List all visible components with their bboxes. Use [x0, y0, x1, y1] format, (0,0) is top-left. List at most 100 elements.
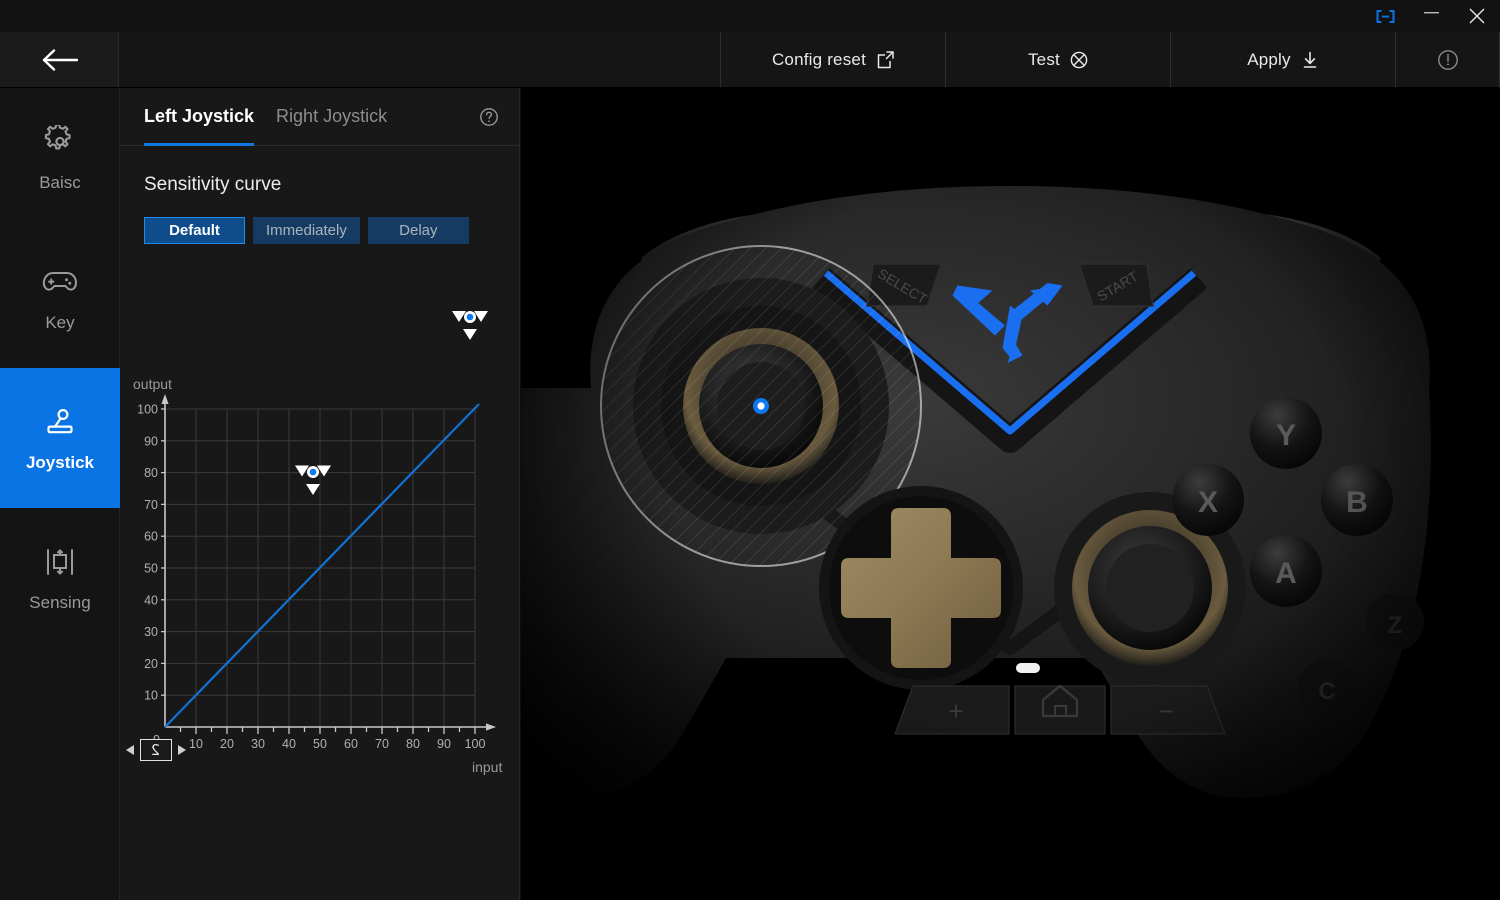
svg-text:60: 60: [144, 530, 158, 544]
sidebar: Baisc Key Joystick Sensing: [0, 88, 120, 900]
button-x[interactable]: X: [1172, 464, 1244, 536]
svg-text:20: 20: [220, 737, 234, 751]
svg-text:20: 20: [144, 657, 158, 671]
sidebar-item-key[interactable]: Key: [0, 228, 120, 368]
button-a[interactable]: A: [1250, 535, 1322, 607]
button-y-label: Y: [1276, 419, 1296, 452]
apply-label: Apply: [1247, 49, 1291, 69]
stepper-value: 2: [151, 741, 161, 759]
title-bar: [0, 0, 1500, 32]
sidebar-item-joystick[interactable]: Joystick: [0, 368, 120, 508]
svg-text:90: 90: [144, 434, 158, 448]
app-window: Config reset Test Apply Baisc Key Joysti…: [0, 0, 1500, 900]
svg-text:10: 10: [189, 737, 203, 751]
svg-text:40: 40: [144, 593, 158, 607]
back-button[interactable]: [0, 32, 120, 87]
info-circle-icon: [1436, 48, 1460, 72]
test-label: Test: [1027, 49, 1060, 69]
button-z-label: Z: [1388, 612, 1403, 639]
svg-text:40: 40: [282, 737, 296, 751]
x-axis-ticks: [179, 727, 476, 734]
svg-text:70: 70: [144, 498, 158, 512]
svg-text:70: 70: [375, 737, 389, 751]
svg-text:10: 10: [144, 689, 158, 703]
control-point-end[interactable]: [452, 311, 488, 340]
dpad[interactable]: [819, 486, 1023, 690]
stepper-left-arrow-icon[interactable]: [125, 744, 135, 756]
tab-label: Left Joystick: [144, 106, 255, 126]
apply-button[interactable]: Apply: [1171, 32, 1397, 87]
svg-text:50: 50: [144, 562, 158, 576]
x-axis-label: input: [472, 759, 502, 775]
svg-text:60: 60: [344, 737, 358, 751]
curve-mode-label: Default: [169, 222, 220, 239]
minus-label: −: [1158, 696, 1173, 726]
joystick-icon: [43, 403, 77, 441]
home-button: [1014, 685, 1106, 735]
section-title: Sensitivity curve: [144, 174, 282, 195]
y-axis-label: output: [133, 376, 172, 392]
curve-mode-delay[interactable]: Delay: [367, 217, 469, 244]
button-x-label: X: [1198, 486, 1218, 519]
curve-point-stepper[interactable]: 2: [125, 739, 187, 761]
test-circle-x-icon: [1069, 50, 1089, 70]
connection-indicator-icon[interactable]: [1362, 0, 1408, 32]
svg-text:30: 30: [144, 625, 158, 639]
config-reset-label: Config reset: [771, 49, 866, 69]
curve-mode-group: Default Immediately Delay: [144, 217, 519, 244]
tab-label: Right Joystick: [276, 106, 388, 126]
button-b-label: B: [1346, 486, 1368, 519]
curve-mode-label: Immediately: [266, 222, 347, 239]
top-toolbar: Config reset Test Apply: [0, 32, 1500, 88]
sidebar-item-label: Baisc: [39, 173, 81, 192]
gear-icon: [43, 123, 77, 161]
minimize-button[interactable]: [1408, 0, 1454, 32]
question-circle-icon[interactable]: [479, 107, 499, 127]
config-reset-button[interactable]: Config reset: [721, 32, 947, 87]
svg-text:100: 100: [137, 403, 158, 417]
svg-text:80: 80: [406, 737, 420, 751]
sensing-icon: [43, 543, 77, 581]
curve-line: [164, 403, 480, 728]
stepper-right-arrow-icon[interactable]: [177, 744, 187, 756]
button-a-label: A: [1275, 557, 1297, 590]
curve-mode-default[interactable]: Default: [144, 217, 245, 244]
gamepad-icon: [41, 263, 79, 301]
button-c-label: C: [1318, 678, 1335, 705]
curve-mode-label: Delay: [399, 222, 438, 239]
controller-body: SELECT START Y X B A Z C + −: [521, 186, 1431, 798]
download-icon: [1300, 50, 1320, 70]
controller-preview: SELECT START Y X B A Z C + −: [521, 88, 1500, 900]
button-z[interactable]: Z: [1366, 593, 1424, 651]
y-axis-tick-labels: 100 90 80 70 60 50 40 30 20 10 0: [137, 403, 160, 748]
test-button[interactable]: Test: [946, 32, 1172, 87]
back-arrow-icon: [43, 48, 79, 71]
svg-text:50: 50: [313, 737, 327, 751]
button-y[interactable]: Y: [1250, 397, 1322, 469]
plus-label: +: [948, 696, 963, 726]
sidebar-item-baisc[interactable]: Baisc: [0, 88, 120, 228]
left-panel: Left Joystick Right Joystick Sensitivity…: [120, 88, 520, 900]
bottom-buttons[interactable]: + −: [894, 684, 1226, 735]
tab-right-joystick[interactable]: Right Joystick: [276, 88, 387, 146]
svg-text:30: 30: [251, 737, 265, 751]
export-icon: [875, 50, 895, 70]
sidebar-item-label: Joystick: [25, 453, 95, 472]
button-c[interactable]: C: [1298, 659, 1356, 717]
button-b[interactable]: B: [1321, 464, 1393, 536]
svg-text:90: 90: [437, 737, 451, 751]
svg-text:100: 100: [465, 737, 486, 751]
curve-mode-immediately[interactable]: Immediately: [253, 217, 360, 244]
sidebar-item-label: Sensing: [29, 593, 91, 612]
stepper-value-box: 2: [140, 739, 172, 761]
close-button[interactable]: [1454, 0, 1500, 32]
sidebar-item-label: Key: [45, 313, 75, 332]
tab-left-joystick[interactable]: Left Joystick: [144, 88, 255, 146]
control-point-mid[interactable]: [295, 465, 331, 496]
sensitivity-curve-chart[interactable]: output 100 90 80 70 60 50 40 30 20 10 10…: [120, 284, 520, 784]
sidebar-item-sensing[interactable]: Sensing: [0, 508, 120, 648]
svg-text:80: 80: [144, 466, 158, 480]
toolbar-spacer: [119, 32, 722, 87]
info-button[interactable]: [1396, 32, 1500, 87]
joystick-tabs: Left Joystick Right Joystick: [120, 88, 519, 146]
